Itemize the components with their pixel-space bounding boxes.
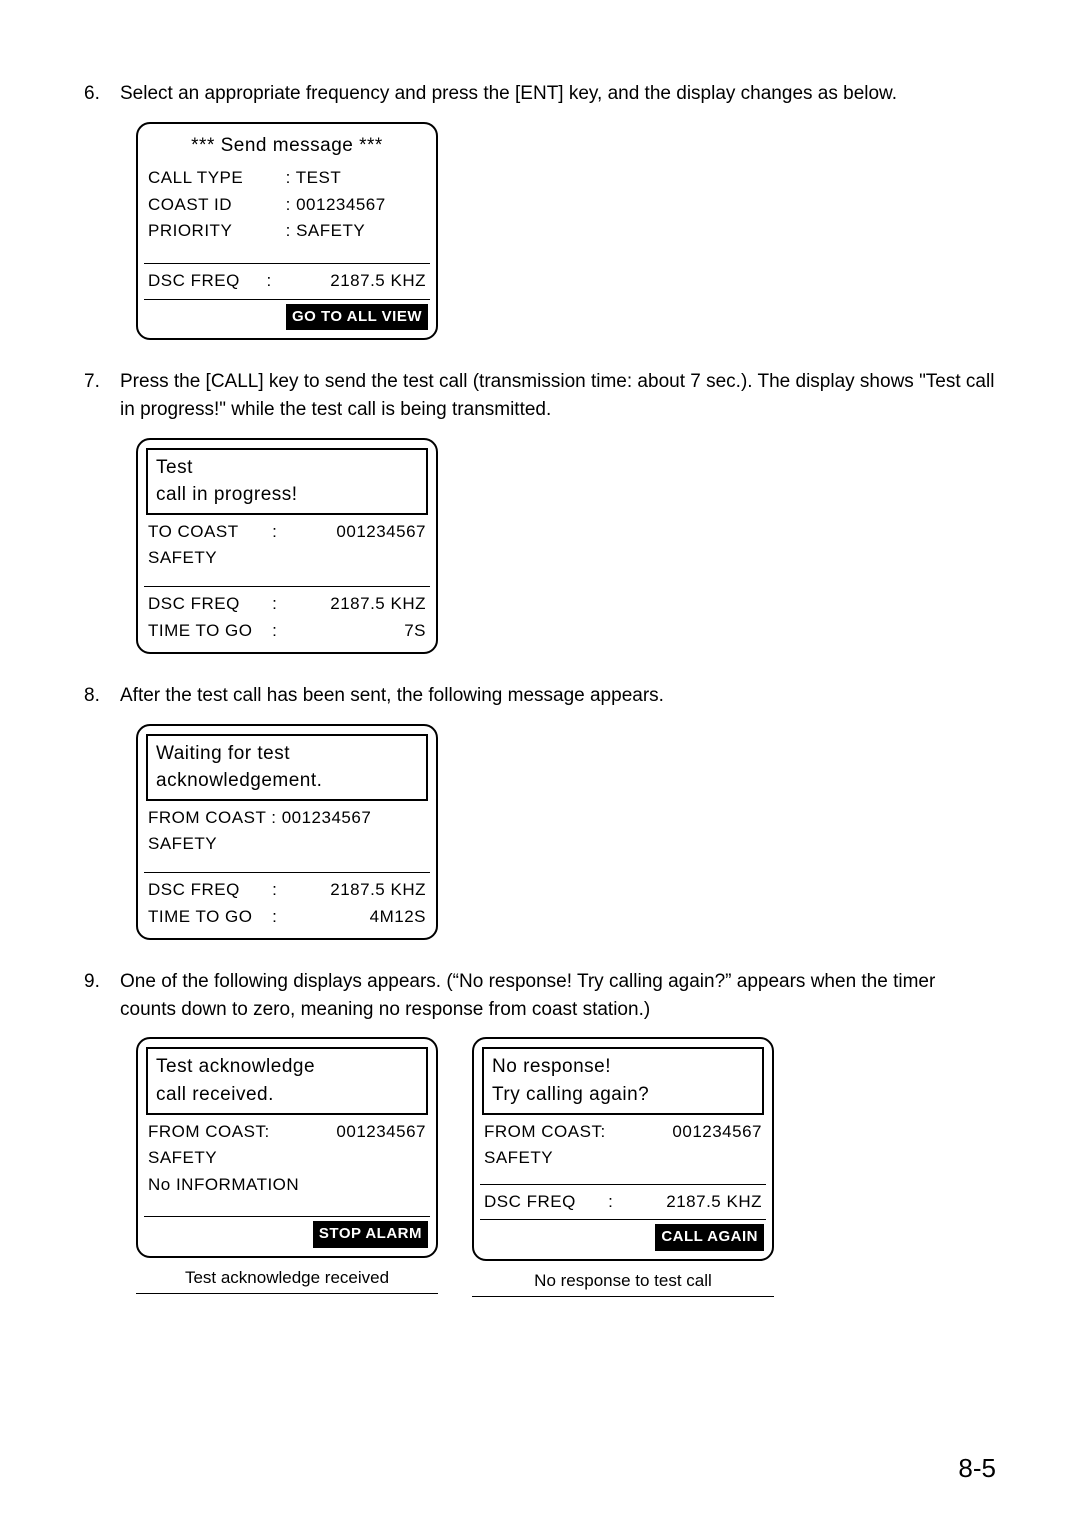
value: 001234567 <box>304 1119 428 1146</box>
label: DSC FREQ <box>482 1189 606 1216</box>
screen-title-box: No response! Try calling again? <box>482 1047 764 1114</box>
value: 4M12S <box>287 904 428 931</box>
screen-title-box: Waiting for test acknowledgement. <box>146 734 428 801</box>
step-8: 8. After the test call has been sent, th… <box>84 682 996 710</box>
step-6: 6. Select an appropriate frequency and p… <box>84 80 996 108</box>
label: SAFETY <box>146 545 428 572</box>
screen-caption: Test acknowledge received <box>136 1266 438 1294</box>
label: CALL TYPE <box>146 165 284 192</box>
go-to-all-view-button[interactable]: GO TO ALL VIEW <box>286 304 428 331</box>
value: 2187.5 KHZ <box>287 877 428 904</box>
screen-table: CALL TYPE: TEST COAST ID: 001234567 PRIO… <box>146 165 428 245</box>
label: TO COAST <box>146 519 270 546</box>
step-text: One of the following displays appears. (… <box>120 968 996 1023</box>
value: : SAFETY <box>284 218 428 245</box>
value: 7S <box>287 618 428 645</box>
screen-test-in-progress: Test call in progress! TO COAST : 001234… <box>136 438 438 655</box>
label: FROM COAST : 001234567 <box>146 805 428 832</box>
colon: : <box>606 1189 623 1216</box>
screen-title-box: Test call in progress! <box>146 448 428 515</box>
step-number: 8. <box>84 682 120 710</box>
value: 001234567 <box>287 519 428 546</box>
screen-caption: No response to test call <box>472 1269 774 1297</box>
title-line: Test <box>156 454 418 482</box>
label: FROM COAST: <box>482 1119 640 1146</box>
step-number: 9. <box>84 968 120 1023</box>
screen-title: *** Send message *** <box>146 132 428 160</box>
colon: : <box>270 877 287 904</box>
colon: : <box>270 904 287 931</box>
label: No INFORMATION <box>146 1172 428 1199</box>
label: SAFETY <box>146 831 428 858</box>
value: : 001234567 <box>284 192 428 219</box>
colon: : <box>270 519 287 546</box>
title-line: call in progress! <box>156 481 418 509</box>
step-9: 9. One of the following displays appears… <box>84 968 996 1023</box>
screen-title-box: Test acknowledge call received. <box>146 1047 428 1114</box>
value: 2187.5 KHZ <box>287 591 428 618</box>
stop-alarm-button[interactable]: STOP ALARM <box>313 1221 428 1248</box>
value: : TEST <box>284 165 428 192</box>
step-7: 7. Press the [CALL] key to send the test… <box>84 368 996 423</box>
value: 2187.5 KHZ <box>623 1189 764 1216</box>
label: DSC FREQ <box>146 268 264 295</box>
step-text: Press the [CALL] key to send the test ca… <box>120 368 996 423</box>
label: SAFETY <box>146 1145 428 1172</box>
label: COAST ID <box>146 192 284 219</box>
title-line: call received. <box>156 1081 418 1109</box>
label: DSC FREQ <box>146 877 270 904</box>
title-line: Test acknowledge <box>156 1053 418 1081</box>
screen-send-message: *** Send message *** CALL TYPE: TEST COA… <box>136 122 438 341</box>
value: 2187.5 KHZ <box>287 268 428 295</box>
step-text: Select an appropriate frequency and pres… <box>120 80 996 108</box>
step-text: After the test call has been sent, the f… <box>120 682 996 710</box>
step-number: 6. <box>84 80 120 108</box>
call-again-button[interactable]: CALL AGAIN <box>655 1224 764 1251</box>
title-line: No response! <box>492 1053 754 1081</box>
label: PRIORITY <box>146 218 284 245</box>
title-line: Try calling again? <box>492 1081 754 1109</box>
title-line: Waiting for test <box>156 740 418 768</box>
label: TIME TO GO <box>146 904 270 931</box>
step-number: 7. <box>84 368 120 423</box>
page-number: 8-5 <box>958 1450 996 1488</box>
label: DSC FREQ <box>146 591 270 618</box>
colon: : <box>270 591 287 618</box>
colon: : <box>270 618 287 645</box>
value: 001234567 <box>640 1119 764 1146</box>
screen-waiting-ack: Waiting for test acknowledgement. FROM C… <box>136 724 438 941</box>
colon: : <box>264 268 287 295</box>
label: SAFETY <box>482 1145 764 1172</box>
screen-test-ack-received: Test acknowledge call received. FROM COA… <box>136 1037 438 1258</box>
screen-no-response: No response! Try calling again? FROM COA… <box>472 1037 774 1261</box>
label: TIME TO GO <box>146 618 270 645</box>
title-line: acknowledgement. <box>156 767 418 795</box>
label: FROM COAST: <box>146 1119 304 1146</box>
